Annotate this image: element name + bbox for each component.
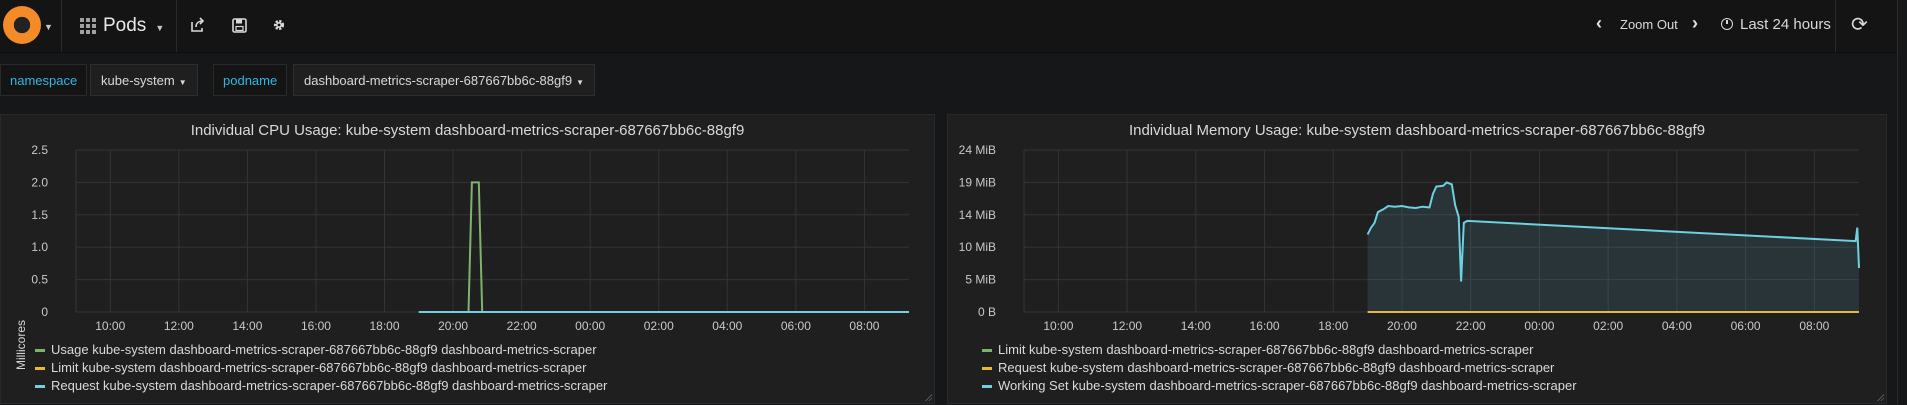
y-tick-label: 0.5	[31, 273, 48, 287]
x-tick-label: 16:00	[301, 319, 331, 333]
legend-item[interactable]: Request kube-system dashboard-metrics-sc…	[35, 377, 607, 395]
legend-label: Limit kube-system dashboard-metrics-scra…	[51, 360, 587, 375]
x-tick-label: 06:00	[1731, 319, 1761, 333]
x-tick-label: 00:00	[575, 319, 605, 333]
refresh-icon[interactable]: ⟳	[1851, 12, 1868, 37]
x-tick-label: 22:00	[507, 319, 537, 333]
chevron-left-icon[interactable]: ‹	[1596, 13, 1602, 34]
y-tick-label: 1.5	[31, 208, 48, 222]
panel-resize-handle[interactable]	[1876, 393, 1884, 401]
zoom-out-button[interactable]: Zoom Out	[1620, 17, 1678, 32]
x-tick-label: 14:00	[232, 319, 262, 333]
chevron-down-icon[interactable]: ▼	[44, 22, 53, 32]
clock-icon	[1721, 18, 1733, 30]
y-tick-label: 10 MiB	[959, 240, 996, 254]
panel-resize-handle[interactable]	[924, 393, 932, 401]
legend-item[interactable]: Request kube-system dashboard-metrics-sc…	[982, 359, 1577, 377]
x-tick-label: 14:00	[1181, 319, 1211, 333]
legend-item[interactable]: Usage kube-system dashboard-metrics-scra…	[35, 341, 607, 359]
x-tick-label: 10:00	[1043, 319, 1073, 333]
legend-item[interactable]: Limit kube-system dashboard-metrics-scra…	[35, 359, 607, 377]
y-tick-label: 19 MiB	[959, 175, 996, 189]
x-tick-label: 12:00	[164, 319, 194, 333]
variable-namespace-value: kube-system	[101, 73, 175, 88]
grafana-logo-icon[interactable]	[3, 6, 41, 44]
caret-down-icon: ▼	[576, 78, 585, 87]
legend-label: Request kube-system dashboard-metrics-sc…	[51, 378, 608, 393]
nav-divider	[1835, 0, 1836, 52]
variable-namespace-label: namespace	[0, 64, 88, 96]
x-tick-label: 22:00	[1456, 319, 1486, 333]
top-navbar: ▼ Pods ▼ ‹ Zoom Out › Last 24 hours ⟳	[0, 0, 1907, 53]
x-tick-label: 10:00	[95, 319, 125, 333]
y-tick-label: 2.0	[31, 175, 48, 189]
y-tick-label: 24 MiB	[959, 143, 996, 157]
x-tick-label: 16:00	[1250, 319, 1280, 333]
caret-down-icon: ▼	[178, 78, 187, 87]
x-tick-label: 18:00	[1318, 319, 1348, 333]
legend-label: Usage kube-system dashboard-metrics-scra…	[51, 342, 597, 357]
series-area	[1367, 182, 1859, 312]
gear-icon[interactable]	[268, 14, 290, 36]
cpu-usage-panel: Individual CPU Usage: kube-system dashbo…	[0, 114, 935, 404]
x-tick-label: 00:00	[1524, 319, 1554, 333]
share-icon[interactable]	[187, 14, 209, 36]
variable-namespace-select[interactable]: kube-system ▼	[90, 64, 198, 96]
legend-item[interactable]: Working Set kube-system dashboard-metric…	[982, 377, 1577, 395]
y-tick-label: 2.5	[31, 143, 48, 157]
legend-swatch	[35, 366, 45, 370]
legend-swatch	[35, 348, 45, 352]
nav-divider	[61, 0, 62, 52]
x-tick-label: 12:00	[1112, 319, 1142, 333]
legend-label: Working Set kube-system dashboard-metric…	[998, 378, 1577, 393]
x-tick-label: 04:00	[1662, 319, 1692, 333]
x-tick-label: 20:00	[438, 319, 468, 333]
legend-label: Limit kube-system dashboard-metrics-scra…	[998, 342, 1534, 357]
x-tick-label: 06:00	[781, 319, 811, 333]
nav-divider	[176, 0, 177, 52]
x-tick-label: 08:00	[849, 319, 879, 333]
variable-podname-select[interactable]: dashboard-metrics-scraper-687667bb6c-88g…	[293, 64, 596, 96]
dashboard-title: Pods	[103, 15, 147, 36]
memory-legend: Limit kube-system dashboard-metrics-scra…	[982, 341, 1577, 395]
legend-swatch	[982, 384, 992, 388]
save-icon[interactable]	[228, 14, 250, 36]
y-tick-label: 1.0	[31, 240, 48, 254]
x-tick-label: 02:00	[1593, 319, 1623, 333]
y-tick-label: 0 B	[978, 305, 996, 319]
legend-label: Request kube-system dashboard-metrics-sc…	[998, 360, 1555, 375]
x-tick-label: 18:00	[370, 319, 400, 333]
x-tick-label: 20:00	[1387, 319, 1417, 333]
dashboard-picker-button[interactable]: Pods ▼	[80, 10, 164, 42]
legend-swatch	[982, 366, 992, 370]
variable-podname-label: podname	[213, 64, 288, 96]
dashboard-grid-icon	[80, 18, 96, 34]
y-tick-label: 5 MiB	[965, 273, 996, 287]
legend-swatch	[35, 384, 45, 388]
chevron-right-icon[interactable]: ›	[1692, 13, 1698, 34]
x-tick-label: 04:00	[712, 319, 742, 333]
x-tick-label: 02:00	[644, 319, 674, 333]
x-tick-label: 08:00	[1799, 319, 1829, 333]
chevron-down-icon: ▼	[155, 23, 165, 33]
legend-swatch	[982, 348, 992, 352]
memory-usage-panel: Individual Memory Usage: kube-system das…	[947, 114, 1887, 404]
y-tick-label: 0	[41, 305, 48, 319]
page-scrollbar[interactable]	[1897, 0, 1907, 404]
y-tick-label: 14 MiB	[959, 208, 996, 222]
cpu-legend: Usage kube-system dashboard-metrics-scra…	[35, 341, 607, 395]
legend-item[interactable]: Limit kube-system dashboard-metrics-scra…	[982, 341, 1577, 359]
variable-podname-value: dashboard-metrics-scraper-687667bb6c-88g…	[304, 73, 573, 88]
time-range-picker[interactable]: Last 24 hours	[1740, 16, 1831, 33]
